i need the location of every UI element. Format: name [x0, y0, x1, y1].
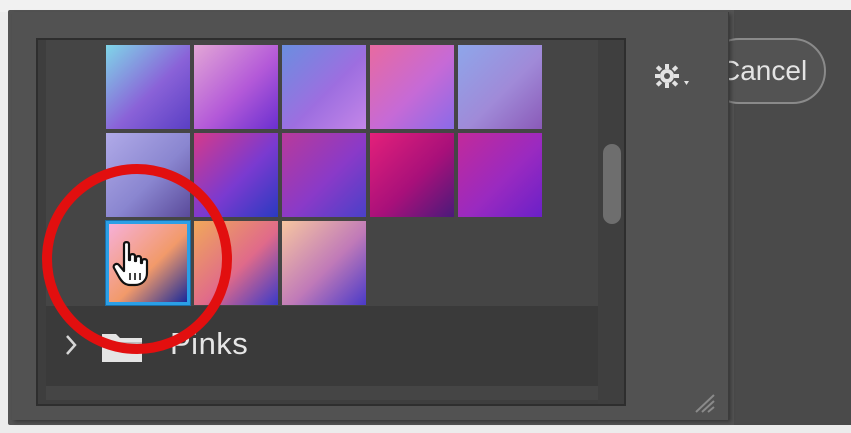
gradient-swatch[interactable]	[282, 45, 366, 129]
gradient-swatch[interactable]	[282, 133, 366, 217]
gradient-swatch[interactable]	[194, 45, 278, 129]
gradient-list-content: Pinks	[46, 40, 598, 400]
swatch-grid	[106, 45, 546, 325]
folder-icon	[102, 334, 142, 362]
gradient-swatch[interactable]	[194, 221, 278, 305]
gear-icon	[655, 64, 689, 88]
scrollbar-thumb[interactable]	[603, 144, 621, 224]
gradient-picker-panel: Pinks	[12, 12, 729, 420]
gradient-swatch[interactable]	[370, 133, 454, 217]
gradient-swatch[interactable]	[106, 45, 190, 129]
chevron-down-icon	[684, 81, 689, 85]
gradient-swatch[interactable]	[194, 133, 278, 217]
resize-grip-icon[interactable]	[692, 392, 718, 414]
gradient-group-pinks[interactable]: Pinks	[46, 306, 598, 386]
gradient-swatch[interactable]	[106, 133, 190, 217]
gradient-list: Pinks	[36, 38, 626, 406]
gradient-swatch-selected[interactable]	[106, 221, 190, 305]
group-label: Pinks	[170, 326, 249, 361]
gradient-swatch[interactable]	[458, 133, 542, 217]
gradient-swatch[interactable]	[458, 45, 542, 129]
gradient-swatch[interactable]	[282, 221, 366, 305]
gear-menu-button[interactable]	[652, 56, 698, 96]
gradient-swatch[interactable]	[370, 45, 454, 129]
scrollbar[interactable]	[598, 40, 624, 404]
chevron-right-icon[interactable]	[64, 333, 78, 357]
